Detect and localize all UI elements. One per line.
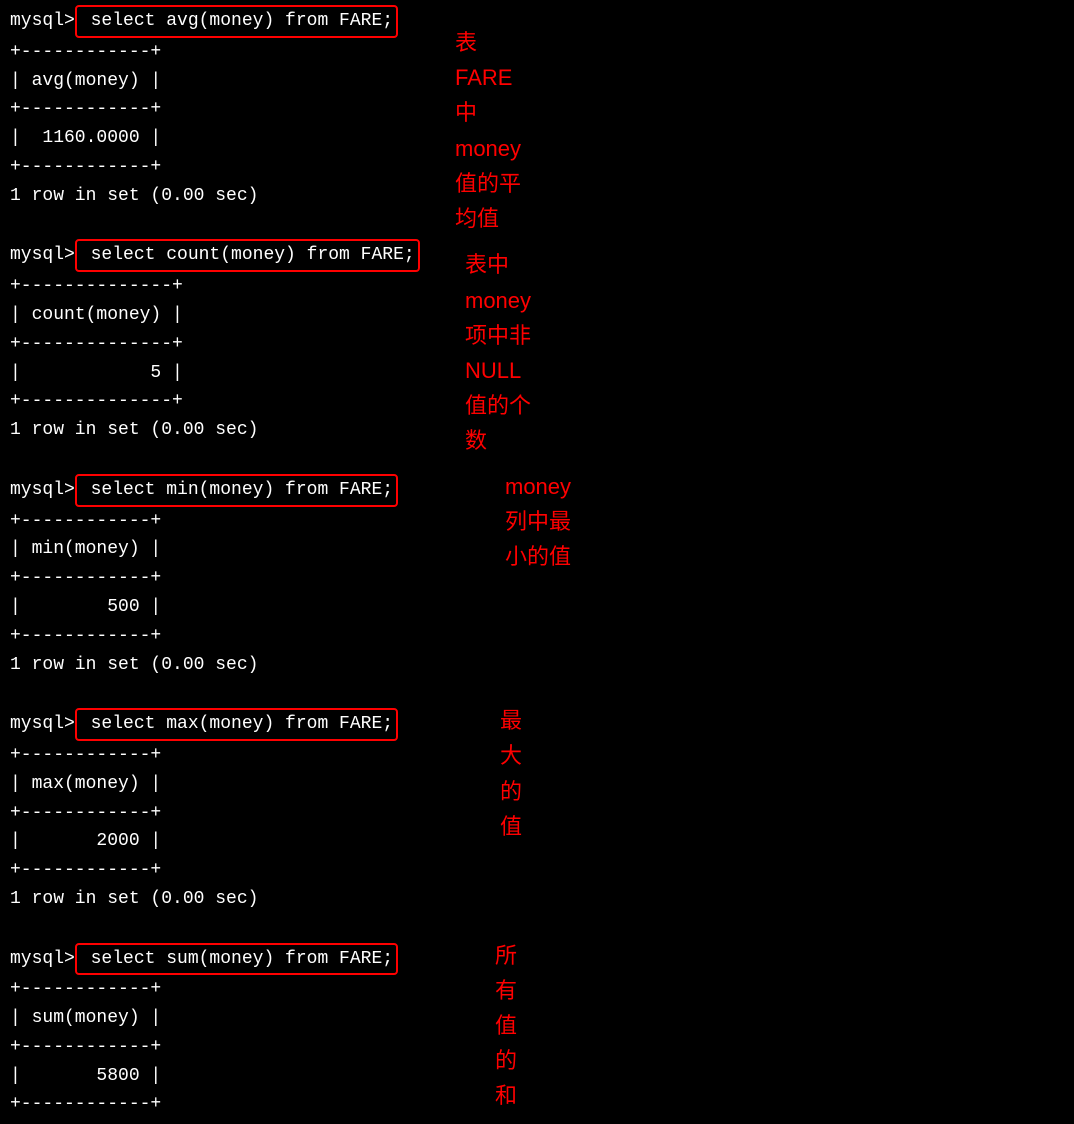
separator: +------------+ (10, 564, 1064, 593)
separator: +--------------+ (10, 330, 1064, 359)
row-count-msg: 1 row in set (0.00 sec) (10, 182, 1064, 211)
query-block-count: mysql> select count(money) from FARE; 表中… (10, 239, 1064, 272)
separator: +--------------+ (10, 387, 1064, 416)
prompt: mysql> (10, 11, 75, 31)
result-header: | count(money) | (10, 301, 1064, 330)
sql-query-avg: select avg(money) from FARE; (75, 5, 398, 38)
result-header: | avg(money) | (10, 67, 1064, 96)
separator: +------------+ (10, 95, 1064, 124)
prompt: mysql> (10, 245, 75, 265)
mysql-prompt-line: mysql> select avg(money) from FARE; (10, 5, 398, 38)
sql-query-sum: select sum(money) from FARE; (75, 943, 398, 976)
separator: +------------+ (10, 1033, 1064, 1062)
separator: +------------+ (10, 153, 1064, 182)
mysql-prompt-line: mysql> select max(money) from FARE; (10, 708, 398, 741)
mysql-prompt-line: mysql> select min(money) from FARE; (10, 474, 398, 507)
sql-query-min: select min(money) from FARE; (75, 474, 398, 507)
separator: +------------+ (10, 975, 1064, 1004)
blank-line (10, 211, 1064, 240)
separator: +------------+ (10, 741, 1064, 770)
result-value: | 1160.0000 | (10, 124, 1064, 153)
prompt: mysql> (10, 480, 75, 500)
blank-line (10, 679, 1064, 708)
separator: +------------+ (10, 1090, 1064, 1119)
row-count-msg: 1 row in set (0.00 sec) (10, 651, 1064, 680)
query-block-sum: mysql> select sum(money) from FARE; 所有值的… (10, 943, 1064, 976)
mysql-prompt-line: mysql> select sum(money) from FARE; (10, 943, 398, 976)
sql-query-count: select count(money) from FARE; (75, 239, 420, 272)
prompt: mysql> (10, 949, 75, 969)
result-header: | min(money) | (10, 535, 1064, 564)
row-count-msg: 1 row in set (0.00 sec) (10, 885, 1064, 914)
separator: +--------------+ (10, 272, 1064, 301)
separator: +------------+ (10, 799, 1064, 828)
query-block-min: mysql> select min(money) from FARE; mone… (10, 474, 1064, 507)
result-header: | sum(money) | (10, 1004, 1064, 1033)
terminal-output: mysql> select avg(money) from FARE; 表FAR… (10, 5, 1064, 1119)
separator: +------------+ (10, 38, 1064, 67)
result-value: | 500 | (10, 593, 1064, 622)
result-header: | max(money) | (10, 770, 1064, 799)
prompt: mysql> (10, 714, 75, 734)
result-value: | 2000 | (10, 827, 1064, 856)
result-value: | 5800 | (10, 1062, 1064, 1091)
separator: +------------+ (10, 856, 1064, 885)
row-count-msg: 1 row in set (0.00 sec) (10, 416, 1064, 445)
query-block-max: mysql> select max(money) from FARE; 最大的值 (10, 708, 1064, 741)
separator: +------------+ (10, 507, 1064, 536)
mysql-prompt-line: mysql> select count(money) from FARE; (10, 239, 420, 272)
query-block-avg: mysql> select avg(money) from FARE; 表FAR… (10, 5, 1064, 38)
separator: +------------+ (10, 622, 1064, 651)
sql-query-max: select max(money) from FARE; (75, 708, 398, 741)
blank-line (10, 914, 1064, 943)
result-value: | 5 | (10, 359, 1064, 388)
